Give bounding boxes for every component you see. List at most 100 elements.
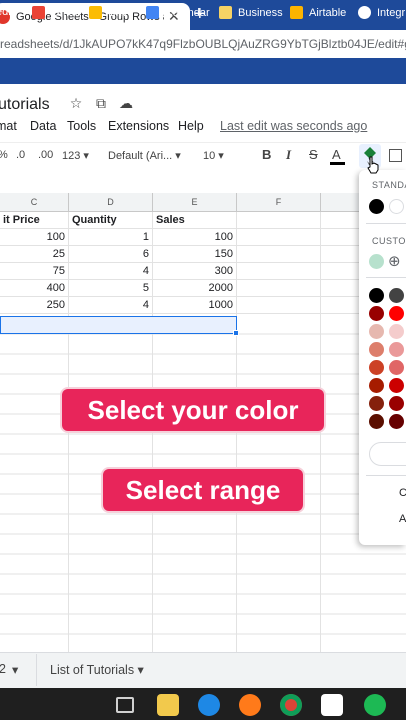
chevron-down-icon[interactable]: ▾ (12, 662, 18, 677)
alternating-colors-option[interactable]: A (399, 513, 406, 525)
document-title[interactable]: utorials (0, 96, 50, 114)
file-explorer-icon[interactable] (157, 694, 179, 716)
color-swatch[interactable] (389, 342, 404, 357)
cell-unit-price[interactable]: 100 (0, 229, 69, 246)
cell-sales[interactable]: 1000 (153, 297, 237, 314)
text-color-button[interactable]: A (332, 147, 341, 162)
column-header-e[interactable]: E (153, 193, 237, 212)
bold-button[interactable]: B (262, 147, 271, 162)
color-swatch[interactable] (389, 199, 404, 214)
cell-d-header[interactable]: Quantity (69, 212, 153, 229)
color-swatch[interactable] (389, 378, 404, 393)
bookmarks-bar (0, 58, 406, 84)
column-header-d[interactable]: D (69, 193, 153, 212)
gmail-icon (32, 6, 45, 19)
address-bar[interactable]: readsheets/d/1JkAUPO7kK47q9FlzbOUBLQjAuZ… (0, 30, 406, 58)
sheet-tab-list-of-tutorials[interactable]: List of Tutorials ▾ (50, 662, 144, 677)
italic-button[interactable]: I (286, 147, 291, 163)
move-folder-icon[interactable]: ⧉ (93, 95, 109, 111)
menu-tools[interactable]: Tools (67, 119, 96, 133)
cell[interactable] (237, 280, 321, 297)
cell-sales[interactable]: 2000 (153, 280, 237, 297)
bookmark-integromat[interactable]: Integr (358, 6, 405, 19)
color-swatch[interactable] (369, 324, 384, 339)
bookmark-calendar[interactable]: Calendar (146, 6, 210, 19)
menu-data[interactable]: Data (30, 119, 56, 133)
cell-unit-price[interactable]: 250 (0, 297, 69, 314)
cell-sales[interactable]: 300 (153, 263, 237, 280)
airtable-icon (290, 6, 303, 19)
more-formats-button[interactable]: 123 ▾ (62, 149, 89, 162)
cell[interactable] (237, 263, 321, 280)
star-icon[interactable]: ☆ (68, 95, 84, 111)
cell-unit-price[interactable]: 75 (0, 263, 69, 280)
chrome-icon[interactable] (280, 694, 302, 716)
taskview-icon[interactable] (116, 697, 134, 713)
bookmark-media[interactable]: edia (0, 6, 17, 18)
reset-button[interactable] (369, 442, 406, 466)
bookmark-gmail[interactable]: Gmail (32, 6, 80, 19)
font-select[interactable]: Default (Ari... ▾ (108, 149, 181, 162)
color-swatch[interactable] (389, 360, 404, 375)
notion-icon[interactable] (321, 694, 343, 716)
menu-help[interactable]: Help (178, 119, 204, 133)
bookmark-airtable[interactable]: Airtable (290, 6, 346, 19)
color-swatch[interactable] (369, 342, 384, 357)
column-header-c[interactable]: C (0, 193, 69, 212)
selected-range[interactable] (0, 316, 237, 334)
borders-icon[interactable] (389, 149, 402, 162)
column-header-f[interactable]: F (237, 193, 321, 212)
color-swatch[interactable] (369, 254, 384, 269)
menu-format[interactable]: mat (0, 119, 17, 133)
add-custom-color-icon[interactable]: ⊕ (388, 252, 401, 270)
edge-icon[interactable] (198, 694, 220, 716)
cell-c-header[interactable]: it Price (0, 212, 69, 229)
cell-unit-price[interactable]: 400 (0, 280, 69, 297)
bookmark-business[interactable]: Business (219, 6, 283, 19)
color-swatch[interactable] (369, 360, 384, 375)
cell-quantity[interactable]: 6 (69, 246, 153, 263)
cell-unit-price[interactable]: 25 (0, 246, 69, 263)
cell-quantity[interactable]: 4 (69, 263, 153, 280)
cell[interactable] (237, 229, 321, 246)
last-edit-link[interactable]: Last edit was seconds ago (220, 119, 367, 133)
color-swatch[interactable] (369, 199, 384, 214)
firefox-icon[interactable] (239, 694, 261, 716)
spotify-icon[interactable] (364, 694, 386, 716)
percent-format-button[interactable]: % (0, 149, 8, 161)
select-range-label: Select range (103, 469, 303, 511)
color-swatch[interactable] (369, 378, 384, 393)
color-swatch[interactable] (369, 306, 384, 321)
cell-sales[interactable]: 150 (153, 246, 237, 263)
cell[interactable] (237, 246, 321, 263)
cell-e-header[interactable]: Sales (153, 212, 237, 229)
cell[interactable] (237, 212, 321, 229)
increase-decimal-button[interactable]: .00 (38, 149, 53, 161)
table-row: 75 4 300 (0, 263, 406, 280)
cell-quantity[interactable]: 5 (69, 280, 153, 297)
font-size-select[interactable]: 10 ▾ (203, 149, 224, 162)
color-swatch[interactable] (389, 306, 404, 321)
cloud-status-icon[interactable]: ☁ (118, 95, 134, 111)
cell-sales[interactable]: 100 (153, 229, 237, 246)
folder-icon (219, 6, 232, 19)
color-swatch[interactable] (369, 396, 384, 411)
cell[interactable] (237, 297, 321, 314)
cell-quantity[interactable]: 1 (69, 229, 153, 246)
cell-quantity[interactable]: 4 (69, 297, 153, 314)
sheet-tab-partial[interactable]: 2 (0, 662, 6, 676)
color-swatch[interactable] (389, 414, 404, 429)
fill-handle[interactable] (233, 330, 239, 336)
color-swatch[interactable] (389, 324, 404, 339)
menu-extensions[interactable]: Extensions (108, 119, 169, 133)
conditional-formatting-option[interactable]: C (399, 487, 406, 499)
decrease-decimal-button[interactable]: .0 (16, 149, 25, 161)
color-swatch[interactable] (389, 396, 404, 411)
color-swatch[interactable] (369, 414, 384, 429)
bookmark-drive[interactable]: Drive (89, 6, 134, 19)
hand-cursor-icon (367, 156, 379, 174)
color-swatch[interactable] (369, 288, 384, 303)
grid: it Price Quantity Sales 100 1 100 25 6 1… (0, 212, 406, 314)
color-swatch[interactable] (389, 288, 404, 303)
strikethrough-button[interactable]: S (309, 147, 318, 162)
